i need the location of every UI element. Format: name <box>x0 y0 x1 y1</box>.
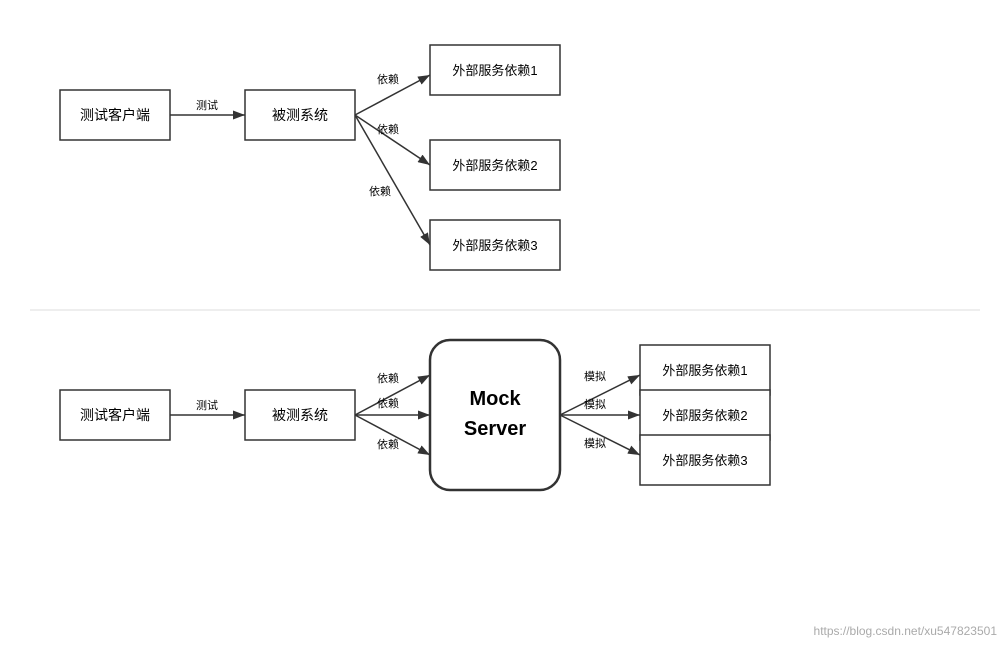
watermark: https://blog.csdn.net/xu547823501 <box>814 624 997 638</box>
mock-server-label-line1: Mock <box>469 388 521 410</box>
top-dep1-label: 依赖 <box>377 73 399 86</box>
bot-dep3-label: 依赖 <box>377 438 399 451</box>
diagram-canvas: 测试客户端 测试 被测系统 依赖 依赖 依赖 外部服务依赖1 外部服务依赖2 外… <box>0 0 1005 646</box>
mock-server-box <box>430 340 560 490</box>
bot-dep2-label: 依赖 <box>377 397 399 410</box>
mock-server-label-line2: Server <box>464 418 526 440</box>
top-client-label: 测试客户端 <box>80 107 150 123</box>
bot-dep1-label: 依赖 <box>377 372 399 385</box>
top-dep3-label: 依赖 <box>369 185 391 198</box>
bot-dep1-text: 外部服务依赖1 <box>662 363 747 378</box>
bot-mock-label2: 模拟 <box>584 397 606 411</box>
bot-mock-label3: 模拟 <box>584 436 606 450</box>
top-dep2-label: 依赖 <box>377 123 399 136</box>
bot-test-label: 测试 <box>196 399 218 412</box>
bot-system-label: 被测系统 <box>272 407 328 423</box>
top-dep2-text: 外部服务依赖2 <box>452 158 537 173</box>
top-dep2-line <box>355 115 430 165</box>
bot-client-label: 测试客户端 <box>80 407 150 423</box>
bot-dep3-text: 外部服务依赖3 <box>662 453 747 468</box>
top-dep1-text: 外部服务依赖1 <box>452 63 537 78</box>
top-dep3-text: 外部服务依赖3 <box>452 238 537 253</box>
top-system-label: 被测系统 <box>272 107 328 123</box>
top-test-label: 测试 <box>196 99 218 112</box>
bot-dep2-text: 外部服务依赖2 <box>662 408 747 423</box>
bot-mock-label1: 模拟 <box>584 369 606 383</box>
